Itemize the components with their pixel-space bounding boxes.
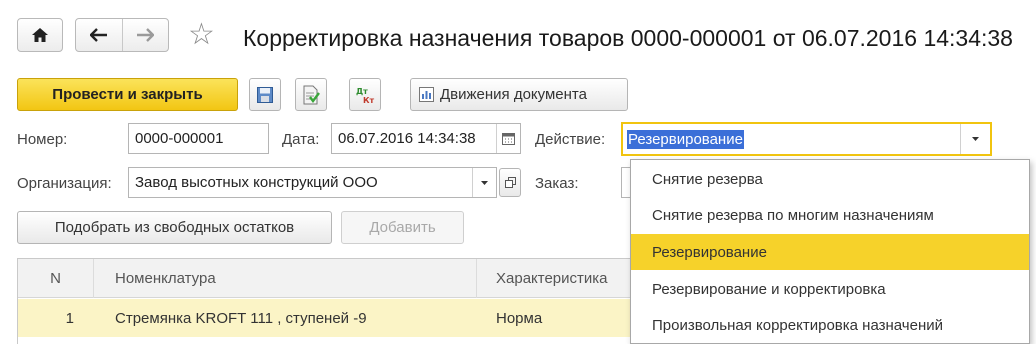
table-row[interactable]: 1 Стремянка KROFT 111 , ступеней -9 Норм… bbox=[18, 299, 657, 337]
date-field[interactable]: 06.07.2016 14:34:38 bbox=[331, 123, 521, 154]
action-label: Действие: bbox=[535, 131, 606, 148]
dropdown-option-reservation[interactable]: Резервирование bbox=[631, 234, 1029, 270]
save-button[interactable] bbox=[249, 78, 281, 111]
calendar-button[interactable] bbox=[496, 124, 520, 153]
number-field[interactable]: 0000-000001 bbox=[128, 123, 269, 154]
report-icon bbox=[419, 87, 434, 102]
column-header-nomenclature[interactable]: Номенклатура bbox=[94, 259, 477, 298]
number-value: 0000-000001 bbox=[135, 130, 224, 147]
number-label: Номер: bbox=[17, 131, 68, 148]
action-dropdown-list: Снятие резерва Снятие резерва по многим … bbox=[630, 159, 1030, 344]
open-organization-button[interactable] bbox=[499, 168, 521, 197]
favorite-star-icon[interactable]: ☆ bbox=[188, 20, 215, 50]
svg-text:Кт: Кт bbox=[363, 96, 375, 105]
page-title: Корректировка назначения товаров 0000-00… bbox=[243, 25, 1013, 51]
column-header-n[interactable]: N bbox=[18, 259, 94, 298]
document-post-icon bbox=[303, 85, 320, 104]
organization-dropdown-button[interactable] bbox=[472, 168, 496, 197]
pick-from-free-stock-button[interactable]: Подобрать из свободных остатков bbox=[17, 211, 332, 244]
document-movements-label: Движения документа bbox=[440, 86, 587, 103]
goods-table: N Номенклатура Характеристика 1 Стремянк… bbox=[17, 258, 657, 344]
calendar-icon bbox=[502, 132, 515, 145]
chevron-down-icon bbox=[972, 137, 979, 141]
dropdown-option-arbitrary-correction[interactable]: Произвольная корректировка назначений bbox=[631, 307, 1029, 343]
post-button[interactable] bbox=[295, 78, 327, 111]
debit-credit-icon: Дт Кт bbox=[356, 87, 375, 105]
action-select[interactable]: Резервирование bbox=[621, 122, 992, 156]
cell-characteristic: Норма bbox=[496, 309, 543, 327]
add-button[interactable]: Добавить bbox=[341, 211, 464, 244]
back-button[interactable] bbox=[76, 19, 122, 51]
table-header: N Номенклатура Характеристика bbox=[18, 259, 657, 298]
home-icon bbox=[32, 28, 48, 42]
organization-label: Организация: bbox=[17, 175, 112, 192]
action-value: Резервирование bbox=[627, 129, 744, 149]
dropdown-option-remove-reserve-many[interactable]: Снятие резерва по многим назначениям bbox=[631, 197, 1029, 233]
post-and-close-button[interactable]: Провести и закрыть bbox=[17, 78, 238, 111]
organization-value: Завод высотных конструкций ООО bbox=[135, 174, 378, 191]
open-window-icon bbox=[504, 177, 516, 188]
document-movements-button[interactable]: Движения документа bbox=[410, 78, 628, 111]
date-label: Дата: bbox=[282, 131, 320, 148]
action-dropdown-button[interactable] bbox=[960, 124, 990, 154]
debit-credit-button[interactable]: Дт Кт bbox=[349, 78, 381, 111]
arrow-right-icon bbox=[137, 28, 155, 42]
date-value: 06.07.2016 14:34:38 bbox=[338, 130, 476, 147]
home-button[interactable] bbox=[17, 18, 63, 52]
cell-n: 1 bbox=[65, 309, 74, 327]
svg-text:Дт: Дт bbox=[356, 87, 368, 96]
history-navigation bbox=[75, 18, 169, 52]
order-label: Заказ: bbox=[535, 175, 579, 192]
arrow-left-icon bbox=[89, 28, 107, 42]
floppy-disk-icon bbox=[257, 86, 273, 103]
dropdown-option-reservation-correction[interactable]: Резервирование и корректировка bbox=[631, 271, 1029, 307]
chevron-down-icon bbox=[481, 180, 488, 185]
cell-nomenclature: Стремянка KROFT 111 , ступеней -9 bbox=[115, 309, 367, 327]
dropdown-option-remove-reserve[interactable]: Снятие резерва bbox=[631, 161, 1029, 197]
forward-button[interactable] bbox=[122, 19, 168, 51]
organization-field[interactable]: Завод высотных конструкций ООО bbox=[128, 167, 497, 198]
